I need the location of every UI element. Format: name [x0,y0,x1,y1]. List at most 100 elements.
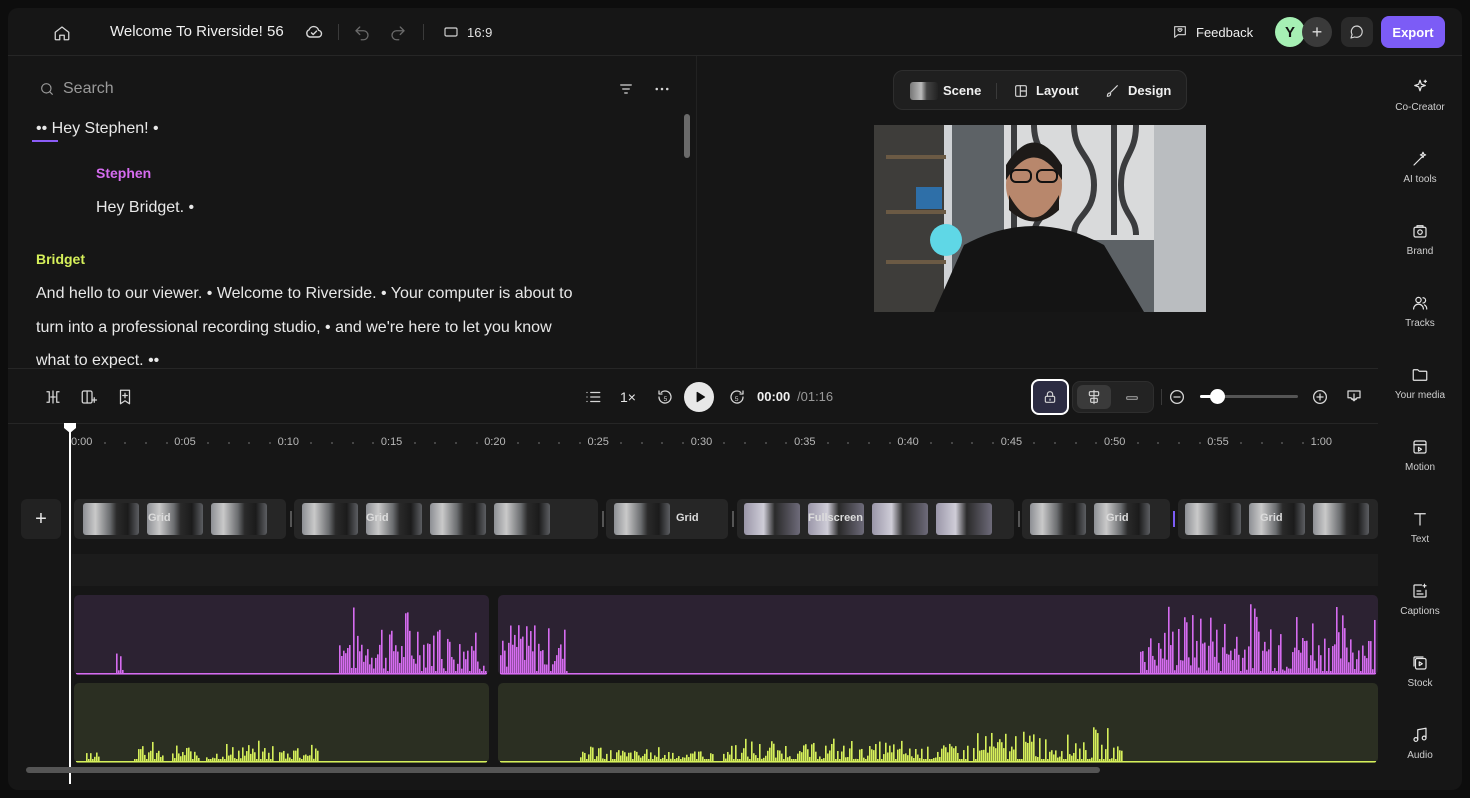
invite-collaborator-button[interactable]: + [1302,17,1332,47]
clip-gap-marker[interactable] [602,511,604,527]
search-input[interactable] [63,78,363,100]
user-avatar[interactable]: Y [1275,17,1305,47]
waveform-bar [1011,746,1013,762]
speaker-name-bridget[interactable]: Bridget [36,251,85,267]
video-clip[interactable]: Grid [74,499,286,539]
waveform-bar [1246,669,1248,674]
video-preview[interactable] [874,125,1206,312]
transcript-line[interactable]: And hello to our viewer. • Welcome to Ri… [36,285,573,303]
ruler-dot [888,442,891,444]
zoom-in-icon[interactable] [1311,388,1329,406]
waveform-bar [186,748,188,762]
empty-track[interactable] [72,554,1378,586]
video-clip[interactable]: Grid [294,499,598,539]
layout-tab[interactable]: Layout [1036,83,1079,98]
audio-clip-bridget[interactable] [498,683,1378,763]
video-clip[interactable]: Fullscreen [737,499,1014,539]
waveform-bar [987,752,989,762]
waveform-bar [700,751,702,762]
playhead[interactable] [69,428,71,784]
scene-tab[interactable]: Scene [943,83,981,98]
waveform-bar [475,632,477,674]
sidebar-item-stock[interactable]: Stock [1378,654,1462,714]
add-track-button[interactable]: + [21,499,61,539]
sidebar-item-brand[interactable]: Brand [1378,222,1462,282]
project-title[interactable]: Welcome To Riverside! 56 [110,23,284,40]
waveform-bar [596,756,598,762]
sidebar-label: Text [1410,534,1430,545]
waveform-bar [1075,743,1077,762]
audio-clip-stephen[interactable] [74,595,489,675]
waveform-bar [283,750,285,762]
home-icon[interactable] [52,23,72,43]
sidebar-item-ai-tools[interactable]: AI tools [1378,150,1462,210]
add-layout-icon[interactable] [79,387,99,407]
transcript-line[interactable]: Hey Bridget. • [96,199,194,217]
waveform-bar [913,758,915,762]
waveform-bar [624,752,626,762]
waveform-bar [869,746,871,762]
waveform-bar [668,752,670,762]
waveform-bar [1374,619,1376,674]
redo-icon[interactable] [388,23,408,43]
sidebar-item-your-media[interactable]: Your media [1378,366,1462,426]
video-clip[interactable]: Grid [1178,499,1378,539]
undo-icon[interactable] [352,23,372,43]
waveform-bar [520,638,522,674]
split-icon[interactable] [43,387,63,407]
rewind-5-icon[interactable]: 5 [655,387,675,407]
bookmark-add-icon[interactable] [115,387,135,407]
speaker-name-stephen[interactable]: Stephen [96,165,151,181]
zoom-slider-handle[interactable] [1210,389,1225,404]
export-button[interactable]: Export [1381,16,1445,48]
expanded-view-button[interactable] [1077,385,1111,409]
sidebar-item-audio[interactable]: Audio [1378,726,1462,786]
waveform-bar [383,668,385,674]
download-tray-icon[interactable] [1345,388,1363,406]
waveform-bar [839,759,841,762]
waveform-bar [983,749,985,762]
video-clip[interactable]: Grid [1022,499,1170,539]
waveform-bar [1236,636,1238,674]
waveform-bar [929,759,931,762]
audio-clip-bridget[interactable] [74,683,489,763]
comments-button[interactable] [1341,17,1373,47]
design-tab[interactable]: Design [1128,83,1171,98]
zoom-out-icon[interactable] [1168,388,1186,406]
clip-gap-marker[interactable] [1173,511,1175,527]
cloud-sync-icon[interactable] [303,22,325,42]
clip-gap-marker[interactable] [732,511,734,527]
waveform-bar [447,638,449,674]
lock-tracks-button[interactable] [1031,379,1069,415]
forward-5-icon[interactable]: 5 [727,387,747,407]
audio-clip-stephen[interactable] [498,595,1378,675]
filter-icon[interactable] [617,80,635,98]
clip-gap-marker[interactable] [290,511,292,527]
timeline-horizontal-scrollbar[interactable] [26,767,1100,773]
waveform-bar [349,645,351,674]
sidebar-label: Tracks [1405,318,1435,329]
playback-speed[interactable]: 1× [620,389,636,405]
more-options-icon[interactable] [652,80,672,98]
aspect-ratio-label[interactable]: 16:9 [467,25,492,40]
sidebar-item-captions[interactable]: Captions [1378,582,1462,642]
sidebar-item-tracks[interactable]: Tracks [1378,294,1462,354]
waveform-bar [1340,658,1342,674]
sidebar-item-motion[interactable]: Motion [1378,438,1462,498]
transcript-line[interactable]: turn into a professional recording studi… [36,319,552,337]
sidebar-item-co-creator[interactable]: Co-Creator [1378,78,1462,138]
feedback-button[interactable]: Feedback [1172,20,1253,44]
chapters-list-icon[interactable] [584,388,602,406]
ruler-dot [351,442,354,444]
sidebar-item-text[interactable]: Text [1378,510,1462,570]
clip-gap-marker[interactable] [1018,511,1020,527]
waveform-bar [602,758,604,762]
play-button[interactable] [684,382,714,412]
transcript-scrollbar[interactable] [684,114,690,158]
aspect-ratio-icon[interactable] [442,23,460,41]
waveform-bar [1334,644,1336,674]
transcript-line[interactable]: •• Hey Stephen! • [36,120,159,138]
video-clip[interactable]: Grid [606,499,728,539]
compact-view-icon[interactable] [1123,389,1141,407]
waveform-bar [534,625,536,674]
